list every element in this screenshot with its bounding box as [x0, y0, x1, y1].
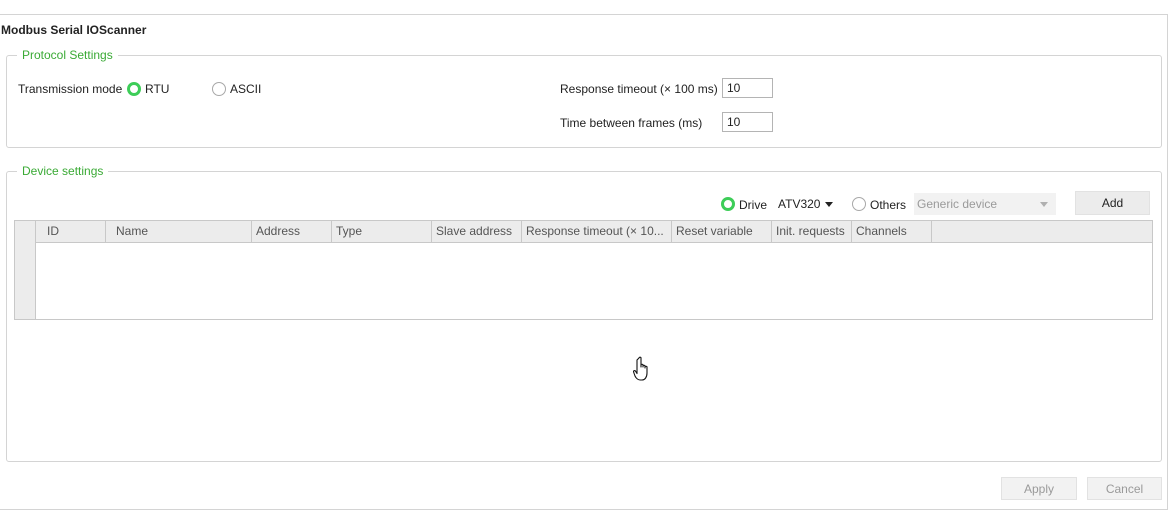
transmission-mode-label: Transmission mode — [18, 82, 123, 96]
drive-model-value: ATV320 — [778, 197, 821, 211]
drive-radio[interactable] — [721, 197, 735, 211]
response-timeout-label: Response timeout (× 100 ms) — [560, 82, 718, 96]
drive-label[interactable]: Drive — [739, 198, 767, 212]
response-timeout-input[interactable]: 10 — [722, 78, 773, 98]
column-header-reset-variable[interactable]: Reset variable — [671, 221, 772, 242]
column-header-response-timeout[interactable]: Response timeout (× 10... — [521, 221, 672, 242]
drive-model-dropdown[interactable]: ATV320 — [778, 193, 834, 215]
column-header-init-requests[interactable]: Init. requests — [771, 221, 852, 242]
chevron-down-icon — [825, 201, 834, 207]
device-settings-legend: Device settings — [17, 163, 109, 179]
protocol-settings-legend: Protocol Settings — [17, 47, 118, 63]
time-between-frames-label: Time between frames (ms) — [560, 116, 703, 130]
rtu-radio[interactable] — [127, 82, 141, 96]
chevron-down-icon — [1040, 201, 1048, 207]
right-border — [1167, 14, 1168, 509]
column-header-type[interactable]: Type — [331, 221, 432, 242]
column-header-address[interactable]: Address — [251, 221, 332, 242]
row-header-column — [15, 221, 36, 319]
others-device-placeholder: Generic device — [917, 197, 998, 211]
rtu-label[interactable]: RTU — [145, 82, 169, 96]
others-label[interactable]: Others — [870, 198, 906, 212]
column-header-channels[interactable]: Channels — [851, 221, 932, 242]
ascii-label[interactable]: ASCII — [230, 82, 261, 96]
protocol-settings-group: Protocol Settings — [6, 47, 1162, 148]
add-button[interactable]: Add — [1075, 191, 1150, 215]
hand-pointer-icon — [633, 356, 648, 381]
device-table: ID Name Address Type Slave address Respo… — [14, 220, 1153, 320]
ascii-radio[interactable] — [212, 82, 226, 96]
page-title: Modbus Serial IOScanner — [1, 23, 147, 37]
cancel-button[interactable]: Cancel — [1087, 477, 1162, 500]
apply-button[interactable]: Apply — [1001, 477, 1077, 500]
top-border — [0, 14, 1168, 15]
others-radio[interactable] — [852, 197, 866, 211]
column-header-name[interactable]: Name — [111, 221, 252, 242]
time-between-frames-input[interactable]: 10 — [722, 112, 773, 132]
column-header-slave-address[interactable]: Slave address — [431, 221, 522, 242]
column-header-id[interactable]: ID — [36, 221, 106, 242]
table-header: ID Name Address Type Slave address Respo… — [36, 221, 1152, 243]
others-device-dropdown[interactable]: Generic device — [914, 193, 1056, 215]
